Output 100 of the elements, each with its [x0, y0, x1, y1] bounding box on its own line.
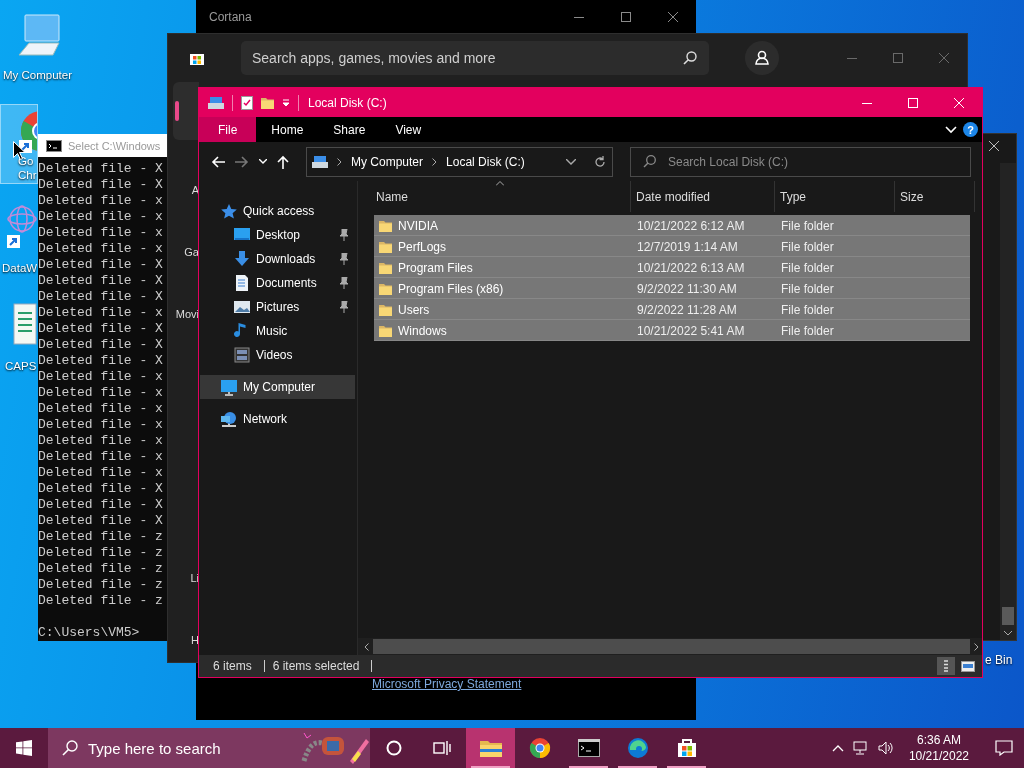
console-line: Deleted file - z	[38, 545, 163, 561]
nav-icon	[220, 410, 238, 428]
ribbon-tab[interactable]: Share	[318, 117, 381, 142]
chevron-up-icon[interactable]	[831, 744, 844, 752]
console-line: Deleted file - X	[38, 273, 163, 289]
close-icon[interactable]	[989, 141, 999, 151]
nav-item[interactable]: Music	[200, 319, 355, 343]
date-cell-text: 12/7/2019 1:14 AM	[636, 239, 739, 254]
scroll-left-icon[interactable]	[364, 642, 369, 651]
details-view-button[interactable]	[937, 657, 955, 675]
selection-count: 6 items selected	[272, 659, 360, 673]
nav-item[interactable]: Network	[200, 407, 355, 431]
file-row[interactable]: PerfLogs 12/7/2019 1:14 AM File folder	[374, 236, 970, 257]
console-line: Deleted file - X	[38, 177, 163, 193]
folder-icon	[479, 739, 502, 757]
store-nav-label[interactable]: Ga	[184, 246, 199, 258]
circle-icon	[386, 740, 402, 756]
folder-icon	[379, 282, 392, 295]
breadcrumb-link[interactable]: My Computer	[351, 154, 424, 169]
console-line: Deleted file - x	[38, 385, 163, 401]
console-line: Deleted file - x	[38, 401, 163, 417]
file-row[interactable]: Program Files 10/21/2022 6:13 AM File folder	[374, 257, 970, 278]
recent-dropdown-icon[interactable]	[259, 159, 267, 164]
console-line: Deleted file - X	[38, 337, 163, 353]
pin-icon[interactable]	[339, 229, 349, 241]
search-field[interactable]: Search Local Disk (C:)	[630, 146, 971, 177]
console-line: Deleted file - X	[38, 289, 163, 305]
address-bar[interactable]: My Computer Local Disk (C:)	[306, 146, 613, 177]
type-cell-text: File folder	[780, 260, 835, 275]
nav-item[interactable]: Pictures	[200, 295, 355, 319]
scroll-right-icon[interactable]	[974, 642, 979, 651]
refresh-icon[interactable]	[594, 155, 606, 168]
drive-icon	[312, 155, 328, 168]
properties-icon[interactable]	[241, 95, 253, 110]
search-field[interactable]: Search apps, games, movies and more	[241, 41, 709, 75]
folder-icon	[379, 303, 392, 316]
scrollbar-thumb[interactable]	[1002, 607, 1014, 625]
pin-icon[interactable]	[339, 301, 349, 313]
column-header[interactable]: Size	[895, 181, 975, 212]
dropdown-icon[interactable]	[566, 158, 576, 165]
column-header[interactable]: Name	[371, 181, 631, 212]
file-row[interactable]: Users 9/2/2022 11:28 AM File folder	[374, 299, 970, 320]
store-nav-item[interactable]	[173, 82, 199, 140]
file-row[interactable]: NVIDIA 10/21/2022 6:12 AM File folder	[374, 215, 970, 236]
nav-item[interactable]: Videos	[200, 343, 355, 367]
dropdown-caret-icon[interactable]	[282, 98, 290, 107]
user-avatar-icon[interactable]	[745, 41, 779, 75]
up-arrow-icon[interactable]	[277, 154, 289, 169]
ribbon-tab[interactable]: View	[380, 117, 437, 142]
file-name: Windows	[398, 323, 447, 338]
window-title: Cortana	[209, 9, 253, 24]
store-nav-label[interactable]: Li	[190, 572, 199, 584]
close-icon[interactable]	[667, 11, 678, 22]
new-folder-icon[interactable]	[261, 95, 274, 110]
maximize-icon[interactable]	[893, 53, 903, 63]
nav-item[interactable]: Documents	[200, 271, 355, 295]
drive-icon[interactable]	[208, 96, 224, 109]
file-row[interactable]: Program Files (x86) 9/2/2022 11:30 AM File folder	[374, 278, 970, 299]
console-line: Deleted file - z	[38, 593, 163, 609]
store-nav-label[interactable]: Movi	[175, 308, 199, 320]
speaker-icon[interactable]	[877, 741, 894, 755]
ribbon-tab[interactable]: Home	[256, 117, 319, 142]
file-row[interactable]: Windows 10/21/2022 5:41 AM File folder	[374, 320, 970, 341]
date-cell-text: 9/2/2022 11:28 AM	[636, 302, 738, 317]
vertical-scrollbar[interactable]	[1000, 163, 1016, 640]
column-header[interactable]: Type	[775, 181, 895, 212]
ribbon-tab[interactable]: File	[199, 117, 257, 142]
store-nav-label[interactable]: H	[191, 634, 199, 646]
window-title: Select C:\Windows	[68, 139, 161, 152]
clock[interactable]: 6:36 AM 10/21/2022	[902, 732, 975, 764]
nav-item[interactable]: My Computer	[200, 375, 355, 399]
console-line: Deleted file - X	[38, 481, 163, 497]
forward-arrow-icon[interactable]	[235, 155, 249, 168]
console-prompt: C:\Users\VM5>	[38, 625, 140, 641]
nav-item[interactable]: Quick access	[200, 199, 355, 223]
console-line: Deleted file - x	[38, 465, 163, 481]
console-line: Deleted file - x	[38, 449, 163, 465]
nav-item[interactable]: Downloads	[200, 247, 355, 271]
breadcrumb-link[interactable]: Local Disk (C:)	[446, 154, 525, 169]
speech-bubble-icon	[995, 740, 1013, 756]
type-cell-text: File folder	[780, 218, 835, 233]
search-field[interactable]: Type here to search	[48, 728, 370, 768]
maximize-icon[interactable]	[620, 11, 631, 22]
horizontal-scrollbar[interactable]	[358, 638, 982, 655]
back-arrow-icon[interactable]	[211, 155, 225, 168]
date-cell-text: 9/2/2022 11:30 AM	[636, 281, 738, 296]
file-name: NVIDIA	[398, 218, 438, 233]
network-icon[interactable]	[852, 741, 869, 755]
help-button[interactable]: ?	[963, 122, 978, 137]
pin-icon[interactable]	[339, 277, 349, 289]
search-highlight-drawing	[300, 731, 370, 765]
privacy-link[interactable]: Microsoft Privacy Statement	[372, 677, 522, 691]
type-cell-text: File folder	[780, 239, 835, 254]
pin-icon[interactable]	[339, 253, 349, 265]
console-line: Deleted file - x	[38, 193, 163, 209]
console-line: Deleted file - x	[38, 209, 163, 225]
chevron-down-icon[interactable]	[945, 125, 957, 134]
column-header[interactable]: Date modified	[631, 181, 775, 212]
recycle-bin-label: e Bin	[985, 653, 1013, 667]
nav-item[interactable]: Desktop	[200, 223, 355, 247]
